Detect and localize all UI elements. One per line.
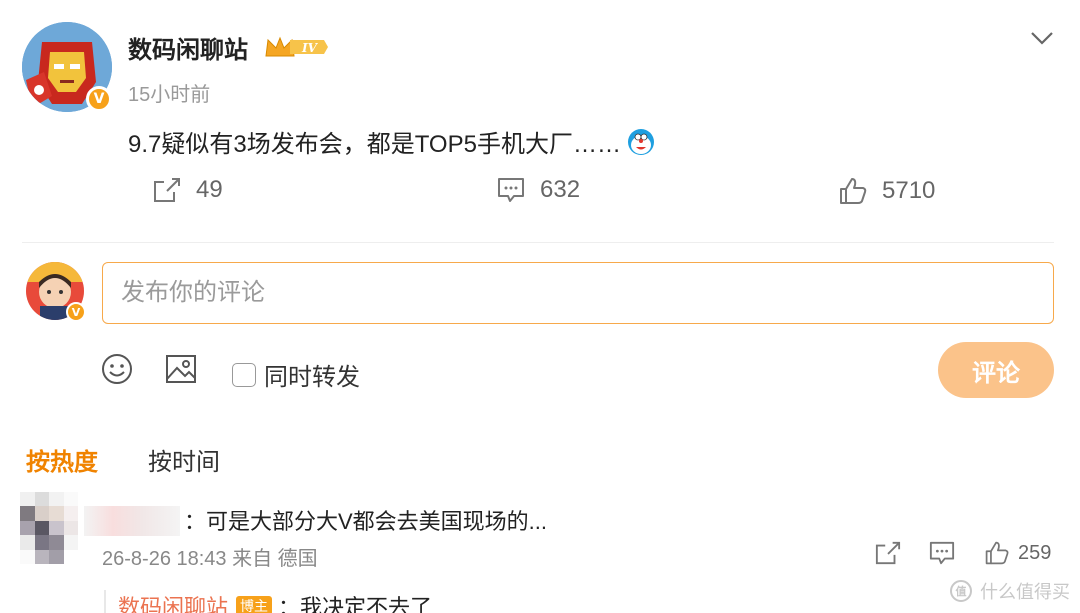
smzdm-logo-icon: 值 [950, 580, 972, 602]
repost-count: 49 [196, 176, 223, 203]
emoji-button[interactable] [100, 352, 134, 391]
post-card: V 数码闲聊站 IV 15小时前 9.7疑似有3场发布会，都是TOP5手机大厂…… [0, 0, 1080, 245]
verified-badge-icon: V [86, 86, 112, 112]
reply-divider [104, 590, 106, 613]
comment-repost-button[interactable] [874, 540, 902, 571]
author-name[interactable]: 数码闲聊站 [128, 30, 248, 65]
sort-by-time-tab[interactable]: 按时间 [148, 442, 220, 477]
thumbs-up-icon [985, 541, 1009, 565]
vip-level-badge-icon: IV [264, 34, 330, 65]
reply-text: ：我决定不去了 [278, 595, 433, 613]
comment-icon [498, 178, 524, 202]
image-icon [166, 355, 196, 383]
watermark-text: 什么值得买 [980, 582, 1070, 602]
repost-icon [875, 541, 901, 565]
comment-like-count: 259 [1018, 541, 1052, 564]
repost-checkbox-label: 同时转发 [264, 364, 360, 391]
smiley-icon [102, 354, 132, 384]
comment-count: 632 [540, 176, 581, 203]
comment-button[interactable]: 632 [496, 176, 580, 204]
reply-item: 数码闲聊站 博主 ：我决定不去了 [118, 590, 432, 613]
comment-icon [929, 541, 955, 565]
commenter-name-blurred[interactable] [84, 506, 180, 536]
post-text: 9.7疑似有3场发布会，都是TOP5手机大厂…… [128, 131, 621, 158]
commenter-avatar[interactable] [20, 492, 78, 564]
image-button[interactable] [164, 352, 198, 391]
svg-text:IV: IV [301, 41, 319, 55]
comment-text: ：可是大部分大V都会去美国现场的... [184, 509, 548, 534]
chevron-down-icon[interactable] [1028, 24, 1056, 57]
repost-button[interactable]: 49 [152, 176, 223, 204]
user-verified-icon: V [66, 302, 86, 322]
watermark: 值 什么值得买 [950, 578, 1070, 604]
repost-checkbox[interactable] [232, 362, 256, 387]
thumbs-up-icon [840, 178, 867, 204]
comment-reply-button[interactable] [928, 540, 956, 571]
author-badge: 博主 [236, 596, 273, 613]
like-button[interactable]: 5710 [838, 176, 935, 206]
doraemon-emoji-icon [627, 128, 655, 163]
like-count: 5710 [882, 177, 936, 204]
repost-icon [154, 178, 180, 202]
comment-like-button[interactable]: 259 [984, 540, 1051, 566]
comment-input[interactable] [102, 262, 1054, 324]
svg-text:值: 值 [956, 584, 967, 598]
post-time: 15小时前 [128, 84, 211, 106]
submit-comment-button[interactable]: 评论 [938, 342, 1054, 398]
sort-by-hot-tab[interactable]: 按热度 [26, 442, 98, 477]
comment-meta: 26-8-26 18:43 来自 德国 [102, 548, 318, 570]
divider [22, 242, 1054, 243]
reply-author[interactable]: 数码闲聊站 [118, 590, 228, 613]
repost-checkbox-row[interactable]: 同时转发 [232, 357, 360, 392]
post-content: 9.7疑似有3场发布会，都是TOP5手机大厂…… [128, 124, 655, 163]
